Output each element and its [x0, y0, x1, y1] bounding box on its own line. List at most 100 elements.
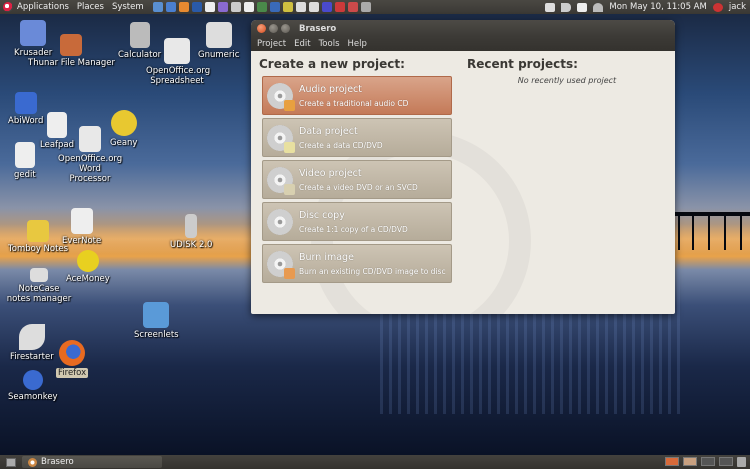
trash-icon[interactable]	[737, 457, 746, 467]
window-title: Brasero	[299, 23, 337, 34]
top-panel: Applications Places System Mon May 10, 1…	[0, 0, 750, 14]
launcher-icon[interactable]	[218, 2, 229, 12]
launcher-icon[interactable]	[296, 2, 307, 12]
workspace-switcher	[665, 457, 750, 467]
spreadsheet-icon	[164, 38, 190, 64]
desktop-icon-seamonkey[interactable]: Seamonkey	[8, 370, 58, 402]
clock[interactable]: Mon May 10, 11:05 AM	[609, 2, 706, 12]
minimize-button[interactable]	[269, 24, 278, 33]
disc-copy-icon	[267, 208, 293, 235]
panel-tray: Mon May 10, 11:05 AM jack	[545, 2, 750, 12]
disc-copy-button[interactable]: Disc copy Create 1:1 copy of a CD/DVD	[262, 202, 452, 241]
menu-places[interactable]: Places	[73, 2, 108, 12]
launcher-icon[interactable]	[335, 2, 346, 12]
pier-post	[740, 214, 742, 250]
show-desktop-icon[interactable]	[6, 457, 16, 467]
project-description: Burn an existing CD/DVD image to disc	[299, 266, 446, 276]
launcher-bar	[152, 2, 373, 12]
launcher-icon[interactable]	[283, 2, 294, 12]
taskbar-item-brasero[interactable]: Brasero	[22, 456, 162, 468]
desktop-icon-udisk[interactable]: UDISK 2.0	[170, 214, 212, 250]
desktop-icon-firestarter[interactable]: Firestarter	[10, 324, 54, 362]
desktop-icon-tomboy[interactable]: Tomboy Notes	[8, 220, 68, 254]
launcher-icon[interactable]	[270, 2, 281, 12]
gnumeric-icon	[205, 22, 232, 48]
workspace-4[interactable]	[719, 457, 733, 466]
desktop-icon-firefox[interactable]: Firefox	[56, 340, 89, 378]
workspace-3[interactable]	[701, 457, 715, 466]
recent-projects-empty-message: No recently used project	[517, 76, 617, 85]
launcher-icon[interactable]	[361, 2, 372, 12]
project-description: Create 1:1 copy of a CD/DVD	[299, 224, 408, 234]
desktop-icon-screenlets[interactable]: Screenlets	[134, 302, 179, 340]
launcher-icon[interactable]	[348, 2, 359, 12]
window-content: Create a new project: Audio project Crea…	[251, 51, 675, 314]
workspace-2[interactable]	[683, 457, 697, 466]
launcher-icon[interactable]	[166, 2, 177, 12]
desktop-icon-evernote[interactable]: EverNote	[62, 208, 101, 246]
launcher-icon[interactable]	[153, 2, 164, 12]
launcher-icon[interactable]	[257, 2, 268, 12]
battery-icon[interactable]	[545, 2, 556, 12]
project-name: Video project	[299, 167, 362, 179]
thunar-icon	[60, 34, 83, 56]
film-badge-icon	[284, 183, 295, 195]
pier-post	[708, 214, 710, 250]
seamonkey-icon	[22, 370, 43, 390]
screenlets-icon	[143, 302, 170, 328]
desktop-icon-thunar[interactable]: Thunar File Manager	[28, 34, 115, 68]
pier-post	[724, 214, 726, 250]
launcher-icon[interactable]	[309, 2, 320, 12]
workspace-1[interactable]	[665, 457, 679, 466]
menu-edit[interactable]: Edit	[290, 39, 314, 49]
desktop-icon-gedit[interactable]: gedit	[14, 142, 36, 180]
desktop-icon-acemoney[interactable]: AceMoney	[66, 250, 110, 284]
video-project-button[interactable]: Video project Create a video DVD or an S…	[262, 160, 452, 199]
abiword-icon	[14, 92, 37, 114]
recent-projects-panel: Recent projects: No recently used projec…	[467, 57, 667, 85]
data-project-button[interactable]: Data project Create a data CD/DVD	[262, 118, 452, 157]
gedit-icon	[14, 142, 35, 168]
volume-icon[interactable]	[561, 2, 572, 12]
notecase-icon	[30, 268, 48, 282]
desktop-icon-notecase[interactable]: NoteCase notes manager	[6, 268, 72, 304]
firestarter-icon	[18, 324, 45, 350]
distro-logo-icon[interactable]	[3, 2, 13, 12]
maximize-button[interactable]	[281, 24, 290, 33]
document-badge-icon	[284, 141, 295, 153]
evernote-icon	[70, 208, 93, 234]
geany-icon	[110, 110, 137, 136]
launcher-icon[interactable]	[192, 2, 203, 12]
desktop-icon-geany[interactable]: Geany	[110, 110, 137, 148]
window-titlebar[interactable]: Brasero	[251, 20, 675, 37]
video-disc-icon	[267, 166, 295, 195]
project-description: Create a video DVD or an SVCD	[299, 182, 418, 192]
project-name: Data project	[299, 125, 358, 137]
close-button[interactable]	[257, 24, 266, 33]
brasero-icon	[28, 457, 37, 467]
desktop-icon-abiword[interactable]: AbiWord	[8, 92, 43, 126]
project-name: Disc copy	[299, 209, 345, 221]
launcher-icon[interactable]	[231, 2, 242, 12]
firefox-icon	[59, 340, 86, 366]
menu-help[interactable]: Help	[344, 39, 371, 49]
menu-tools[interactable]: Tools	[315, 39, 344, 49]
mail-icon[interactable]	[577, 2, 588, 12]
launcher-icon[interactable]	[205, 2, 216, 12]
menu-project[interactable]: Project	[253, 39, 290, 49]
taskbar-item-label: Brasero	[41, 457, 74, 467]
menu-system[interactable]: System	[108, 2, 148, 12]
launcher-icon[interactable]	[179, 2, 190, 12]
tomboy-icon	[27, 220, 50, 242]
launcher-icon[interactable]	[244, 2, 255, 12]
menu-applications[interactable]: Applications	[13, 2, 73, 12]
desktop-icon-gnumeric[interactable]: Gnumeric	[198, 22, 239, 60]
user-name[interactable]: jack	[729, 2, 746, 12]
burn-image-button[interactable]: Burn image Burn an existing CD/DVD image…	[262, 244, 452, 283]
launcher-icon[interactable]	[322, 2, 333, 12]
project-description: Create a data CD/DVD	[299, 140, 383, 150]
network-icon[interactable]	[593, 2, 604, 12]
audio-project-button[interactable]: Audio project Create a traditional audio…	[262, 76, 452, 115]
power-icon[interactable]	[712, 2, 723, 12]
project-description: Create a traditional audio CD	[299, 98, 409, 108]
